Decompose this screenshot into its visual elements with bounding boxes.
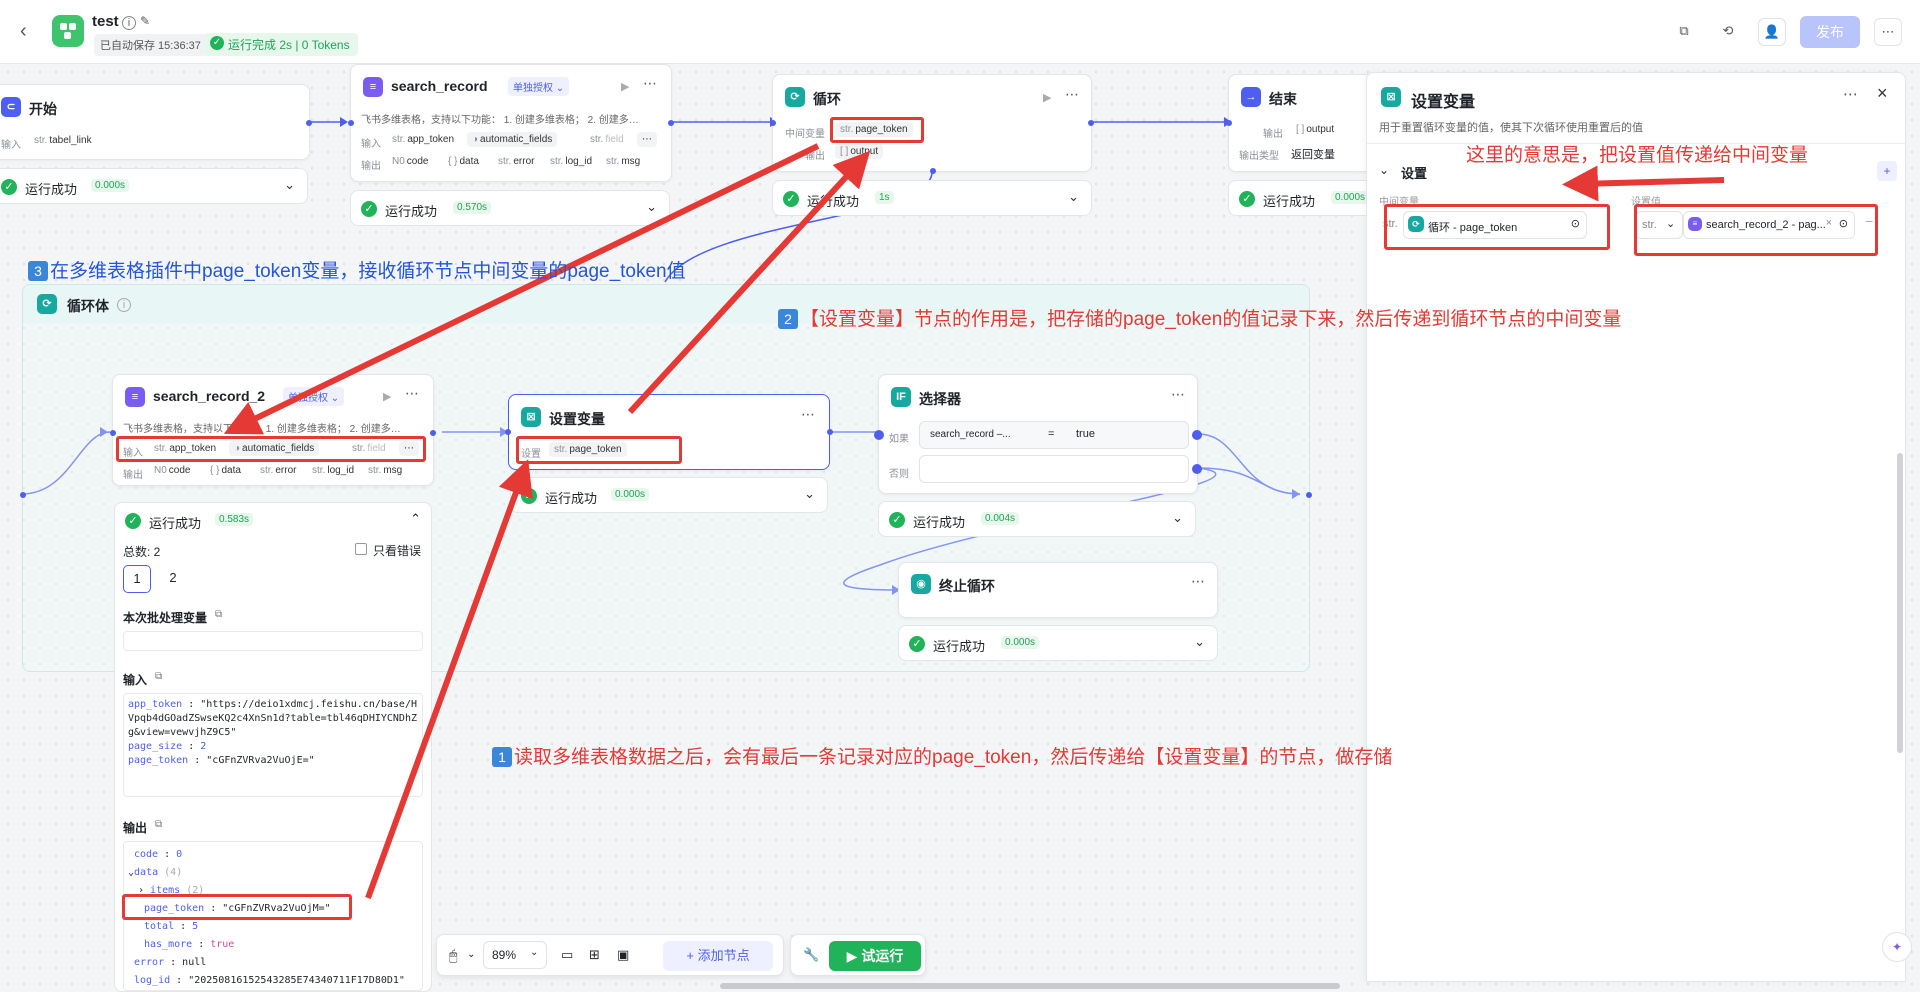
- annotation-1: 1 读取多维表格数据之后，会有最后一条记录对应的page_token，然后传递给【…: [492, 742, 1392, 769]
- arrow-loop-to-search2: [223, 143, 820, 435]
- arrow-setvar-to-loop: [627, 150, 871, 415]
- annotation-text: 这里的意思是，把设置值传递给中间变量: [1466, 145, 1809, 166]
- annotation-2: 2 【设置变量】节点的作用是，把存储的page_token的值记录下来，然后传递到…: [778, 304, 1621, 331]
- annotation-text: 读取多维表格数据之后，会有最后一条记录对应的page_token，然后传递给【设…: [514, 747, 1393, 768]
- annotation-3: 3 在多维表格插件中page_token变量，接收循环节点中间变量的page_to…: [28, 256, 686, 283]
- arrow-output-to-setvar: [365, 459, 533, 900]
- annotation-text: 在多维表格插件中page_token变量，接收循环节点中间变量的page_tok…: [50, 261, 686, 282]
- annotation-text: 【设置变量】节点的作用是，把存储的page_token的值记录下来，然后传递到循…: [800, 309, 1622, 330]
- annotation-number: 3: [28, 261, 48, 281]
- annotation-number: 1: [492, 747, 512, 767]
- annotation-number: 2: [778, 309, 798, 329]
- annotation-4: 这里的意思是，把设置值传递给中间变量: [1466, 140, 1808, 167]
- arrow-value-to-mid: [1562, 165, 1725, 202]
